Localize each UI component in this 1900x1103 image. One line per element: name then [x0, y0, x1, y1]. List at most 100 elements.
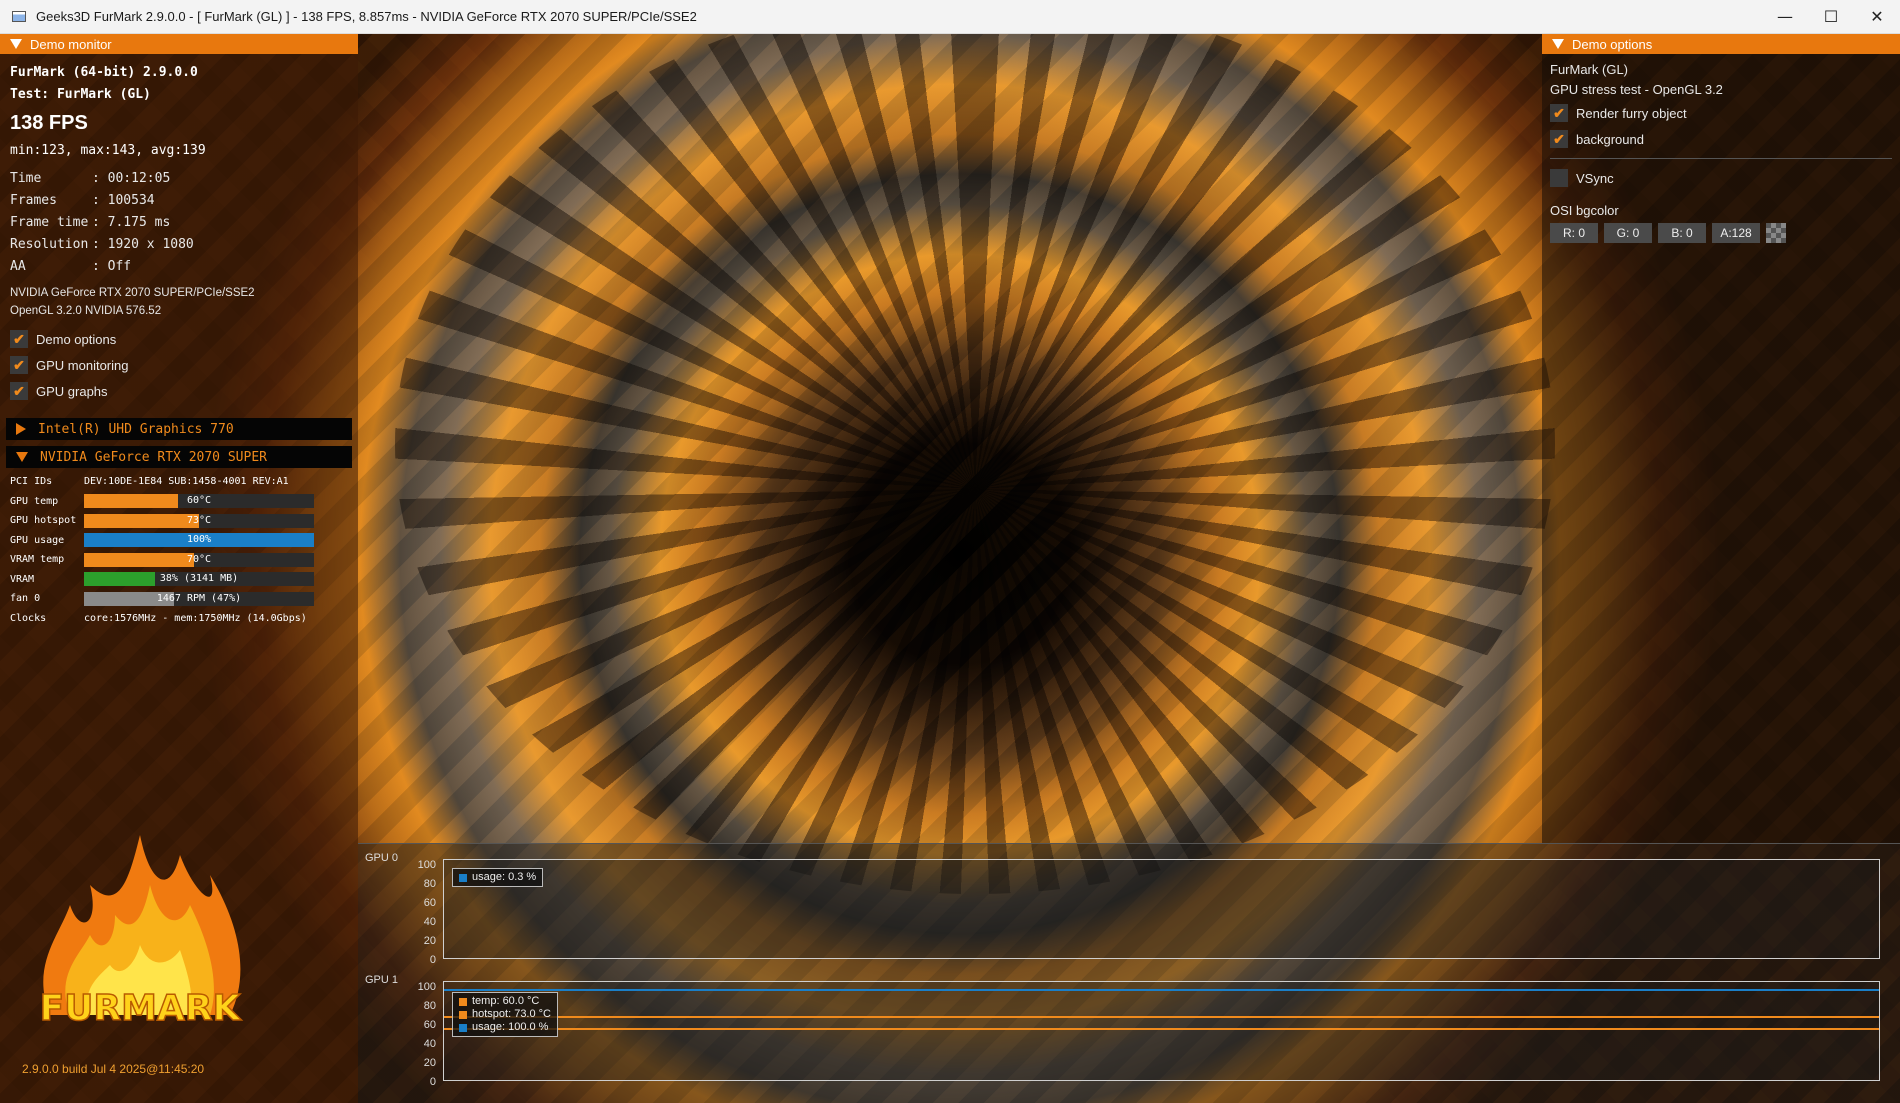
stat-row: GPU usage 100% — [10, 531, 348, 551]
gpu-monitoring-option[interactable]: ✔ GPU monitoring — [10, 352, 348, 378]
info-row: Frame time: 7.175 ms — [10, 212, 348, 234]
graph-y-tick: 60 — [423, 1019, 436, 1031]
demo-monitor-header[interactable]: Demo monitor — [0, 34, 358, 54]
legend-swatch — [459, 1023, 467, 1032]
clocks-value: core:1576MHz - mem:1750MHz (14.0Gbps) — [84, 612, 307, 624]
demo-monitor-title: Demo monitor — [30, 36, 112, 52]
info-row: AA : Off — [10, 256, 348, 278]
demo-options-header[interactable]: Demo options — [1542, 34, 1900, 54]
graph-y-tick: 60 — [423, 897, 436, 909]
color-preview-swatch[interactable] — [1766, 223, 1786, 243]
options-divider — [1550, 158, 1892, 159]
gpu-stats: PCI IDs DEV:10DE-1E84 SUB:1458-4001 REV:… — [0, 468, 358, 632]
stat-row: GPU hotspot 73°C — [10, 511, 348, 531]
info-value: : 100534 — [92, 193, 155, 208]
demo-description: GPU stress test - OpenGL 3.2 — [1550, 82, 1723, 97]
gpu-graphs-label: GPU graphs — [36, 383, 108, 399]
gpu-graphs-option[interactable]: ✔ GPU graphs — [10, 378, 348, 404]
gpu1-usage-line — [444, 989, 1879, 991]
stat-label: GPU hotspot — [10, 515, 77, 527]
gpu-section-intel-label: Intel(R) UHD Graphics 770 — [38, 421, 234, 437]
background-label: background — [1576, 131, 1644, 147]
stat-value: 38% (3141 MB) — [159, 573, 239, 585]
info-value: : 1920 x 1080 — [92, 237, 194, 252]
alpha-channel-field[interactable]: A:128 — [1712, 223, 1760, 243]
stat-value: 100% — [186, 534, 212, 546]
gpu-section-nvidia-label: NVIDIA GeForce RTX 2070 SUPER — [40, 449, 267, 465]
legend-text: usage: 0.3 % — [472, 871, 537, 883]
stat-bar: 38% (3141 MB) — [84, 572, 314, 587]
stat-row: VRAM 38% (3141 MB) — [10, 570, 348, 590]
maximize-button[interactable]: ☐ — [1808, 0, 1854, 34]
gpu1-graph-label: GPU 1 — [365, 974, 399, 986]
info-key: Frames — [10, 193, 57, 208]
graph-y-tick: 80 — [423, 878, 436, 890]
stat-label: VRAM temp — [10, 554, 65, 566]
collapse-arrow-icon — [1552, 39, 1564, 49]
gpu-section-nvidia[interactable]: NVIDIA GeForce RTX 2070 SUPER — [6, 446, 352, 468]
info-value: : Off — [92, 259, 132, 274]
info-key: AA — [10, 259, 26, 274]
info-row: Frames : 100534 — [10, 190, 348, 212]
furmark-logo: FURMARK — [39, 835, 242, 1030]
graph-y-tick: 0 — [429, 1076, 436, 1088]
demo-options-title: Demo options — [1572, 36, 1653, 52]
pci-ids-row: PCI IDs DEV:10DE-1E84 SUB:1458-4001 REV:… — [10, 472, 348, 492]
collapse-arrow-icon — [16, 452, 28, 462]
background-option[interactable]: ✔ background — [1550, 126, 1892, 152]
stat-label: fan 0 — [10, 593, 41, 605]
minimize-button[interactable]: — — [1762, 0, 1808, 34]
gpu1-graph-legend: temp: 60.0 °C hotspot: 73.0 °C usage: 100.… — [452, 992, 559, 1037]
vsync-checkbox[interactable] — [1550, 169, 1568, 187]
collapse-arrow-icon — [10, 39, 22, 49]
info-key: Frame time — [10, 215, 89, 230]
stat-label: GPU temp — [10, 495, 59, 507]
info-key: Resolution — [10, 237, 89, 252]
stat-bar: 70°C — [84, 552, 314, 567]
fps-readout: 138 FPS — [10, 112, 88, 134]
graph-y-tick: 40 — [423, 916, 436, 928]
legend-text: usage: 100.0 % — [472, 1021, 549, 1033]
demo-options-checkbox[interactable]: ✔ — [10, 330, 28, 348]
info-key: Time — [10, 171, 42, 186]
vsync-option[interactable]: VSync — [1550, 165, 1892, 191]
gpu-section-intel[interactable]: Intel(R) UHD Graphics 770 — [6, 418, 352, 440]
gpu-monitoring-checkbox[interactable]: ✔ — [10, 356, 28, 374]
stat-bar: 60°C — [84, 494, 314, 509]
gpu-graphs-area: GPU 0 100 80 60 40 20 0 usage: 0.3 % GPU 1 10… — [358, 843, 1900, 1103]
furry-object — [395, 34, 1555, 894]
render-furry-object-checkbox[interactable]: ✔ — [1550, 104, 1568, 122]
stat-bar: 1467 RPM (47%) — [84, 591, 314, 606]
stat-label: VRAM — [10, 573, 35, 585]
background-checkbox[interactable]: ✔ — [1550, 130, 1568, 148]
gpu-graphs-checkbox[interactable]: ✔ — [10, 382, 28, 400]
gpu0-graph-legend: usage: 0.3 % — [452, 868, 544, 887]
graph-y-tick: 80 — [423, 1000, 436, 1012]
render-info-list: Time: 00:12:05 Frames: 100534 Frame time: … — [10, 168, 348, 278]
monitor-checkbox-list: ✔ Demo options ✔ GPU monitoring ✔ GPU graphs — [10, 326, 348, 404]
fps-minmax: min:123, max:143, avg:139 — [10, 143, 206, 158]
info-value: : 00:12:05 — [92, 171, 171, 186]
close-button[interactable]: ✕ — [1854, 0, 1900, 34]
gpu1-graph-plot: temp: 60.0 °C hotspot: 73.0 °C usage: 100.… — [443, 981, 1880, 1081]
legend-swatch — [459, 1010, 467, 1019]
legend-swatch — [459, 997, 467, 1006]
graph-y-tick: 100 — [417, 859, 436, 871]
info-value: : 7.175 ms — [92, 215, 171, 230]
osi-bgcolor-label: OSI bgcolor — [1550, 203, 1619, 218]
red-channel-field[interactable]: R: 0 — [1550, 223, 1598, 243]
osi-bgcolor-controls: R: 0 G: 0 B: 0 A:128 — [1550, 223, 1892, 243]
render-furry-object-option[interactable]: ✔ Render furry object — [1550, 100, 1892, 126]
render-furry-object-label: Render furry object — [1576, 105, 1687, 121]
legend-item: usage: 0.3 % — [459, 871, 536, 884]
build-string: 2.9.0.0 build Jul 4 2025@11:45:20 — [22, 1062, 205, 1076]
stat-label: GPU usage — [10, 534, 65, 546]
demo-options-option[interactable]: ✔ Demo options — [10, 326, 348, 352]
demo-name: FurMark (GL) — [1550, 62, 1628, 77]
green-channel-field[interactable]: G: 0 — [1604, 223, 1652, 243]
gpu1-hotspot-line — [444, 1016, 1879, 1018]
blue-channel-field[interactable]: B: 0 — [1658, 223, 1706, 243]
info-row: Time : 00:12:05 — [10, 168, 348, 190]
app-window-icon — [12, 11, 26, 22]
renderer-string: NVIDIA GeForce RTX 2070 SUPER/PCIe/SSE2 — [10, 287, 255, 299]
